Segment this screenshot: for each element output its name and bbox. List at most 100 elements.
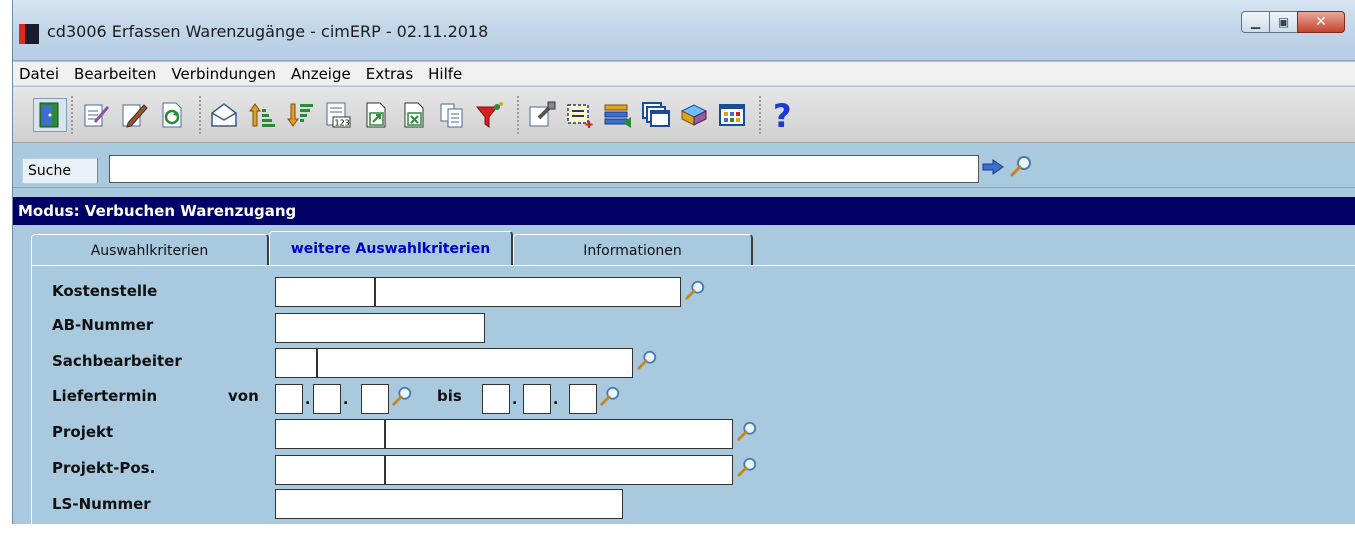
refresh-icon	[162, 102, 182, 127]
liefertermin-bis-year[interactable]	[569, 384, 597, 414]
edit-checklist-icon	[84, 104, 109, 126]
arrow-right-icon[interactable]	[981, 158, 1005, 176]
sort-ascending-icon	[249, 102, 275, 127]
menu-extras[interactable]: Extras	[366, 65, 413, 83]
menu-bar: Datei Bearbeiten Verbindungen Anzeige Ex…	[13, 62, 1355, 86]
book-button[interactable]	[677, 98, 711, 132]
sort-ascending-button[interactable]	[245, 98, 279, 132]
liefertermin-von-day[interactable]	[275, 384, 303, 414]
copy-icon	[440, 103, 463, 127]
date-separator: .	[512, 392, 518, 408]
projekt-pos-code-field[interactable]	[275, 455, 385, 485]
close-icon[interactable]: ✕	[1297, 11, 1345, 33]
kostenstelle-search-icon[interactable]	[684, 279, 706, 301]
projekt-code-field[interactable]	[275, 419, 385, 449]
properties-button[interactable]	[525, 98, 559, 132]
ab-nummer-field[interactable]	[275, 313, 485, 343]
search-row: Suche	[13, 144, 1355, 188]
projekt-search-icon[interactable]	[736, 420, 758, 442]
calculator-list-button[interactable]: 123	[321, 98, 355, 132]
sachbearbeiter-search-icon[interactable]	[636, 349, 658, 371]
projekt-label: Projekt	[52, 423, 114, 441]
application-window: cd3006 Erfassen Warenzugänge - cimERP - …	[12, 0, 1355, 535]
projekt-pos-label: Projekt-Pos.	[52, 459, 156, 477]
projekt-pos-search-icon[interactable]	[736, 456, 758, 478]
menu-datei[interactable]: Datei	[19, 65, 59, 83]
window-controls: ▁ ▣ ✕	[1241, 11, 1345, 33]
toolbar: 123 ?	[13, 87, 1355, 143]
export-button[interactable]	[359, 98, 393, 132]
select-area-icon	[567, 103, 593, 128]
properties-icon	[529, 101, 556, 126]
bis-label: bis	[437, 387, 462, 405]
menu-hilfe[interactable]: Hilfe	[428, 65, 462, 83]
app-logo-icon	[19, 24, 39, 44]
exit-door-icon	[39, 102, 59, 127]
svg-text:123: 123	[335, 118, 350, 127]
title-bar[interactable]: cd3006 Erfassen Warenzugänge - cimERP - …	[13, 0, 1355, 61]
liefertermin-von-search-icon[interactable]	[391, 385, 413, 407]
help-button[interactable]: ?	[767, 98, 801, 132]
liefertermin-bis-search-icon[interactable]	[599, 385, 621, 407]
projekt-pos-name-field[interactable]	[385, 455, 733, 485]
menu-anzeige[interactable]: Anzeige	[291, 65, 351, 83]
tab-weitere-auswahlkriterien[interactable]: weitere Auswahlkriterien	[269, 231, 513, 265]
kostenstelle-name-field[interactable]	[375, 277, 681, 307]
liefertermin-bis-day[interactable]	[482, 384, 510, 414]
excel-export-button[interactable]	[397, 98, 431, 132]
mail-button[interactable]	[207, 98, 241, 132]
filter-button[interactable]	[473, 98, 507, 132]
tab-strip: Auswahlkriterien weitere Auswahlkriterie…	[31, 231, 753, 266]
sachbearbeiter-label: Sachbearbeiter	[52, 352, 182, 370]
search-input[interactable]	[109, 155, 979, 183]
exit-door-button[interactable]	[33, 97, 67, 132]
edit-checklist-button[interactable]	[79, 98, 113, 132]
menu-bearbeiten[interactable]: Bearbeiten	[74, 65, 156, 83]
search-label: Suche	[22, 158, 98, 184]
liefertermin-von-month[interactable]	[313, 384, 341, 414]
edit-pencil-icon	[122, 103, 148, 128]
mail-icon	[211, 102, 237, 127]
windows-button[interactable]	[639, 98, 673, 132]
kostenstelle-label: Kostenstelle	[52, 282, 158, 300]
grid-button[interactable]	[715, 98, 749, 132]
tab-informationen[interactable]: Informationen	[513, 234, 753, 266]
edit-pencil-button[interactable]	[117, 98, 151, 132]
copy-button[interactable]	[435, 98, 469, 132]
sort-descending-button[interactable]	[283, 98, 317, 132]
maximize-icon[interactable]: ▣	[1269, 11, 1298, 33]
tab-auswahlkriterien[interactable]: Auswahlkriterien	[31, 234, 269, 266]
projekt-name-field[interactable]	[385, 419, 733, 449]
book-icon	[680, 103, 708, 126]
window-title: cd3006 Erfassen Warenzugänge - cimERP - …	[47, 22, 489, 41]
minimize-icon[interactable]: ▁	[1241, 11, 1270, 33]
ls-nummer-label: LS-Nummer	[52, 495, 151, 513]
tab-panel: Kostenstelle AB-Nummer Sachbearbeiter Li…	[31, 265, 1355, 535]
date-separator: .	[553, 392, 559, 408]
sachbearbeiter-code-field[interactable]	[275, 348, 317, 378]
sort-descending-icon	[287, 103, 313, 127]
help-icon: ?	[773, 99, 792, 131]
grid-icon	[719, 103, 745, 126]
excel-export-icon	[404, 102, 424, 127]
export-icon	[366, 102, 386, 127]
date-separator: .	[305, 392, 311, 408]
select-area-button[interactable]	[563, 98, 597, 132]
liefertermin-von-year[interactable]	[361, 384, 389, 414]
windows-icon	[642, 101, 670, 127]
date-separator: .	[343, 392, 349, 408]
search-icon[interactable]	[1009, 154, 1033, 178]
ls-nummer-field[interactable]	[275, 489, 623, 519]
list-settings-button[interactable]	[601, 98, 635, 132]
list-settings-icon	[604, 104, 631, 128]
liefertermin-bis-month[interactable]	[523, 384, 551, 414]
svg-text:?: ?	[773, 99, 792, 131]
menu-verbindungen[interactable]: Verbindungen	[171, 65, 275, 83]
kostenstelle-code-field[interactable]	[275, 277, 375, 307]
refresh-button[interactable]	[155, 98, 189, 132]
sachbearbeiter-name-field[interactable]	[317, 348, 633, 378]
filter-icon	[475, 101, 503, 128]
liefertermin-label: Liefertermin	[52, 387, 158, 405]
von-label: von	[228, 387, 259, 405]
mode-bar: Modus: Verbuchen Warenzugang	[13, 197, 1355, 225]
